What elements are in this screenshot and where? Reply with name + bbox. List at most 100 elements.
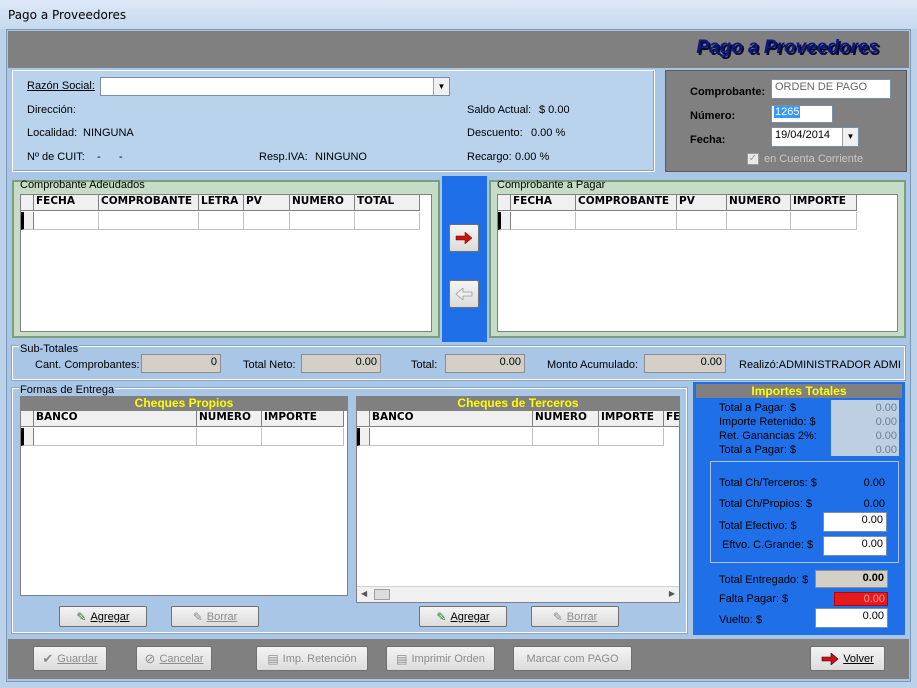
- table-cell[interactable]: [244, 212, 290, 230]
- scroll-right-icon[interactable]: ▶: [669, 589, 675, 598]
- col-numero[interactable]: NUMERO: [290, 195, 355, 211]
- table-cell[interactable]: [262, 428, 344, 446]
- col-comprobante[interactable]: COMPROBANTE: [576, 195, 677, 211]
- fecha-picker[interactable]: 19/04/2014 ▼: [771, 127, 859, 147]
- cuenta-corriente-label: en Cuenta Corriente: [764, 153, 864, 165]
- cancelar-button[interactable]: ⊘ Cancelar: [136, 646, 212, 671]
- col-importe[interactable]: IMPORTE: [599, 411, 664, 427]
- fecha-value: 19/04/2014: [775, 129, 831, 141]
- chevron-down-icon[interactable]: ▼: [433, 78, 449, 95]
- terceros-table[interactable]: BANCO NUMERO IMPORTE FE ◀ ▶: [356, 410, 680, 603]
- cancelar-label: Cancelar: [159, 652, 204, 665]
- table-cell[interactable]: [677, 212, 727, 230]
- table-row[interactable]: [21, 212, 420, 230]
- ganancias-value: 0.00: [875, 430, 897, 442]
- table-cell[interactable]: [290, 212, 355, 230]
- guardar-label: Guardar: [57, 652, 98, 665]
- falta-field[interactable]: 0.00: [834, 592, 888, 606]
- numero-field[interactable]: 1265: [771, 105, 833, 123]
- col-importe[interactable]: IMPORTE: [262, 411, 344, 427]
- retencion-button[interactable]: ▤ Imp. Retención: [256, 646, 368, 671]
- table-row[interactable]: [357, 428, 664, 446]
- transfer-bar: [442, 176, 487, 342]
- window-title: Pago a Proveedores: [8, 8, 127, 22]
- table-cell[interactable]: [197, 428, 262, 446]
- numero-value: 1265: [774, 106, 801, 118]
- table-cell[interactable]: [34, 428, 197, 446]
- table-cell[interactable]: [727, 212, 791, 230]
- guardar-button[interactable]: ✔ Guardar: [33, 646, 107, 671]
- cuit-value: - -: [97, 151, 123, 163]
- comprobante-panel: Comprobante: ORDEN DE PAGO Número: 1265 …: [665, 70, 907, 172]
- table-cell[interactable]: [355, 212, 420, 230]
- cant-field[interactable]: 0: [141, 354, 221, 373]
- table-cell[interactable]: [791, 212, 857, 230]
- total-field[interactable]: 0.00: [445, 354, 525, 373]
- scroll-left-icon[interactable]: ◀: [361, 589, 367, 598]
- table-cell[interactable]: [199, 212, 244, 230]
- table-cell[interactable]: [34, 212, 99, 230]
- terceros-borrar-button[interactable]: ✎ Borrar: [531, 606, 619, 627]
- cuenta-corriente-checkbox[interactable]: ✓: [747, 153, 759, 165]
- entregado-field[interactable]: 0.00: [815, 570, 888, 588]
- recargo-value: 0.00 %: [515, 151, 550, 163]
- col-fecha[interactable]: FE: [664, 411, 679, 427]
- volver-button[interactable]: Volver: [810, 646, 885, 671]
- adeudados-group: Comprobante Adeudados FECHA COMPROBANTE …: [12, 179, 440, 338]
- neto-field[interactable]: 0.00: [301, 354, 381, 373]
- delete-cheque-icon: ✎: [552, 609, 563, 624]
- row-indicator: [498, 212, 511, 230]
- adeudados-table[interactable]: FECHA COMPROBANTE LETRA PV NUMERO TOTAL: [20, 194, 432, 332]
- chevron-down-icon[interactable]: ▼: [842, 128, 858, 146]
- numero-label: Número:: [690, 110, 736, 122]
- razon-social-select[interactable]: ▼: [100, 77, 450, 96]
- table-cell[interactable]: [533, 428, 599, 446]
- col-pv[interactable]: PV: [677, 195, 727, 211]
- vuelto-field[interactable]: 0.00: [815, 608, 888, 628]
- table-cell[interactable]: [599, 428, 664, 446]
- col-numero[interactable]: NUMERO: [727, 195, 791, 211]
- adeudados-header: FECHA COMPROBANTE LETRA PV NUMERO TOTAL: [21, 195, 420, 211]
- comprobante-field[interactable]: ORDEN DE PAGO: [771, 79, 891, 99]
- horizontal-scrollbar[interactable]: ◀ ▶: [357, 586, 679, 602]
- scrollbar-thumb[interactable]: [374, 589, 390, 600]
- col-fecha[interactable]: FECHA: [34, 195, 99, 211]
- fecha-label: Fecha:: [690, 134, 726, 146]
- col-numero[interactable]: NUMERO: [197, 411, 262, 427]
- table-row[interactable]: [21, 428, 344, 446]
- imprimir-button[interactable]: ▤ Imprimir Orden: [386, 646, 495, 671]
- col-numero[interactable]: NUMERO: [533, 411, 599, 427]
- table-cell[interactable]: [370, 428, 533, 446]
- apagar-group: Comprobante a Pagar FECHA COMPROBANTE PV…: [489, 179, 906, 338]
- monto-label: Monto Acumulado:: [547, 359, 639, 371]
- col-fecha[interactable]: FECHA: [511, 195, 576, 211]
- apagar-table[interactable]: FECHA COMPROBANTE PV NUMERO IMPORTE: [497, 194, 898, 332]
- col-letra[interactable]: LETRA: [199, 195, 244, 211]
- resp-iva-label: Resp.IVA:: [259, 151, 308, 163]
- table-cell[interactable]: [576, 212, 677, 230]
- row-indicator: [357, 428, 370, 446]
- realizo-label: Realizó:ADMINISTRADOR ADMI: [739, 359, 901, 371]
- marcar-pago-button[interactable]: Marcar com PAGO: [513, 646, 632, 671]
- monto-field[interactable]: 0.00: [644, 354, 726, 373]
- col-banco[interactable]: BANCO: [370, 411, 533, 427]
- subtotales-group: Sub-Totales Cant. Comprobantes: 0 Total …: [11, 343, 906, 381]
- header-bar: Pago a Proveedores: [8, 31, 909, 68]
- propios-table[interactable]: BANCO NUMERO IMPORTE: [20, 410, 348, 596]
- col-comprobante[interactable]: COMPROBANTE: [99, 195, 199, 211]
- table-row[interactable]: [498, 212, 857, 230]
- remove-from-pay-button[interactable]: [449, 280, 479, 308]
- col-pv[interactable]: PV: [244, 195, 290, 211]
- propios-borrar-button[interactable]: ✎ Borrar: [171, 606, 259, 627]
- col-banco[interactable]: BANCO: [34, 411, 197, 427]
- arrow-right-icon: [455, 232, 473, 244]
- add-to-pay-button[interactable]: [449, 224, 479, 252]
- cgrande-field[interactable]: 0.00: [823, 536, 887, 556]
- terceros-agregar-button[interactable]: ✎ Agregar: [419, 606, 507, 627]
- table-cell[interactable]: [99, 212, 199, 230]
- propios-agregar-button[interactable]: ✎ Agregar: [59, 606, 147, 627]
- col-importe[interactable]: IMPORTE: [791, 195, 857, 211]
- table-cell[interactable]: [511, 212, 576, 230]
- efectivo-field[interactable]: 0.00: [823, 512, 887, 532]
- col-total[interactable]: TOTAL: [355, 195, 420, 211]
